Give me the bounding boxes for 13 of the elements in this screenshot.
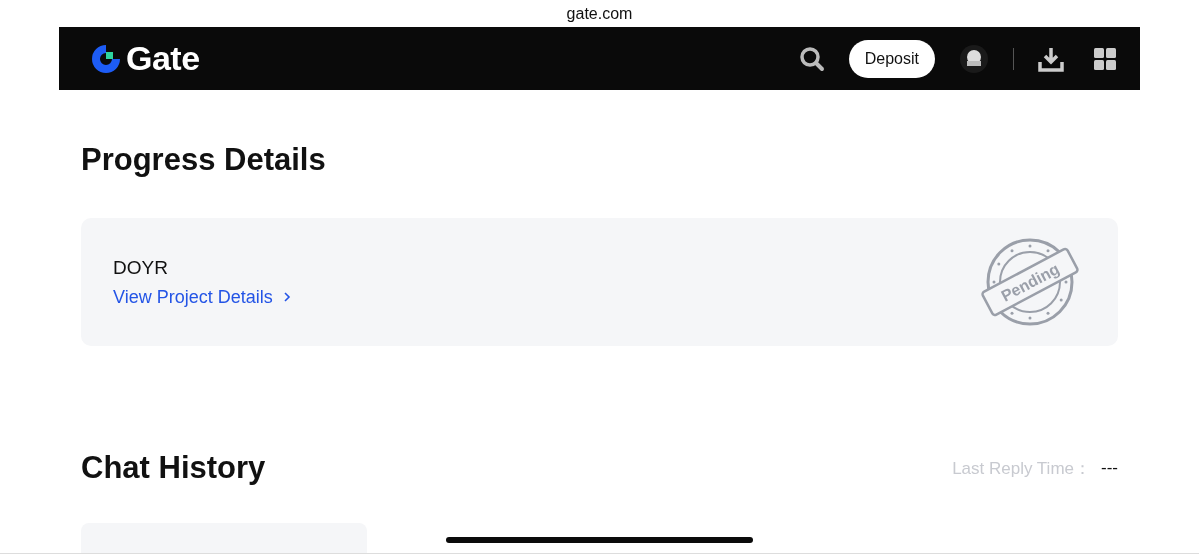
download-icon[interactable]	[1038, 45, 1064, 72]
logo-text: Gate	[126, 39, 200, 78]
grid-menu-icon[interactable]	[1094, 47, 1116, 70]
project-name: DOYR	[113, 256, 169, 279]
deposit-button[interactable]: Deposit	[848, 39, 935, 78]
search-icon[interactable]	[798, 45, 825, 72]
last-reply-value: ---	[1101, 458, 1118, 478]
section-title: Progress Details	[81, 142, 327, 179]
chevron-right-icon	[282, 291, 291, 303]
address-bar-url: gate.com	[566, 4, 633, 23]
section-title: Chat History	[81, 450, 266, 486]
avatar-icon[interactable]	[959, 43, 989, 74]
view-details-link[interactable]: View Project Details	[113, 286, 974, 308]
